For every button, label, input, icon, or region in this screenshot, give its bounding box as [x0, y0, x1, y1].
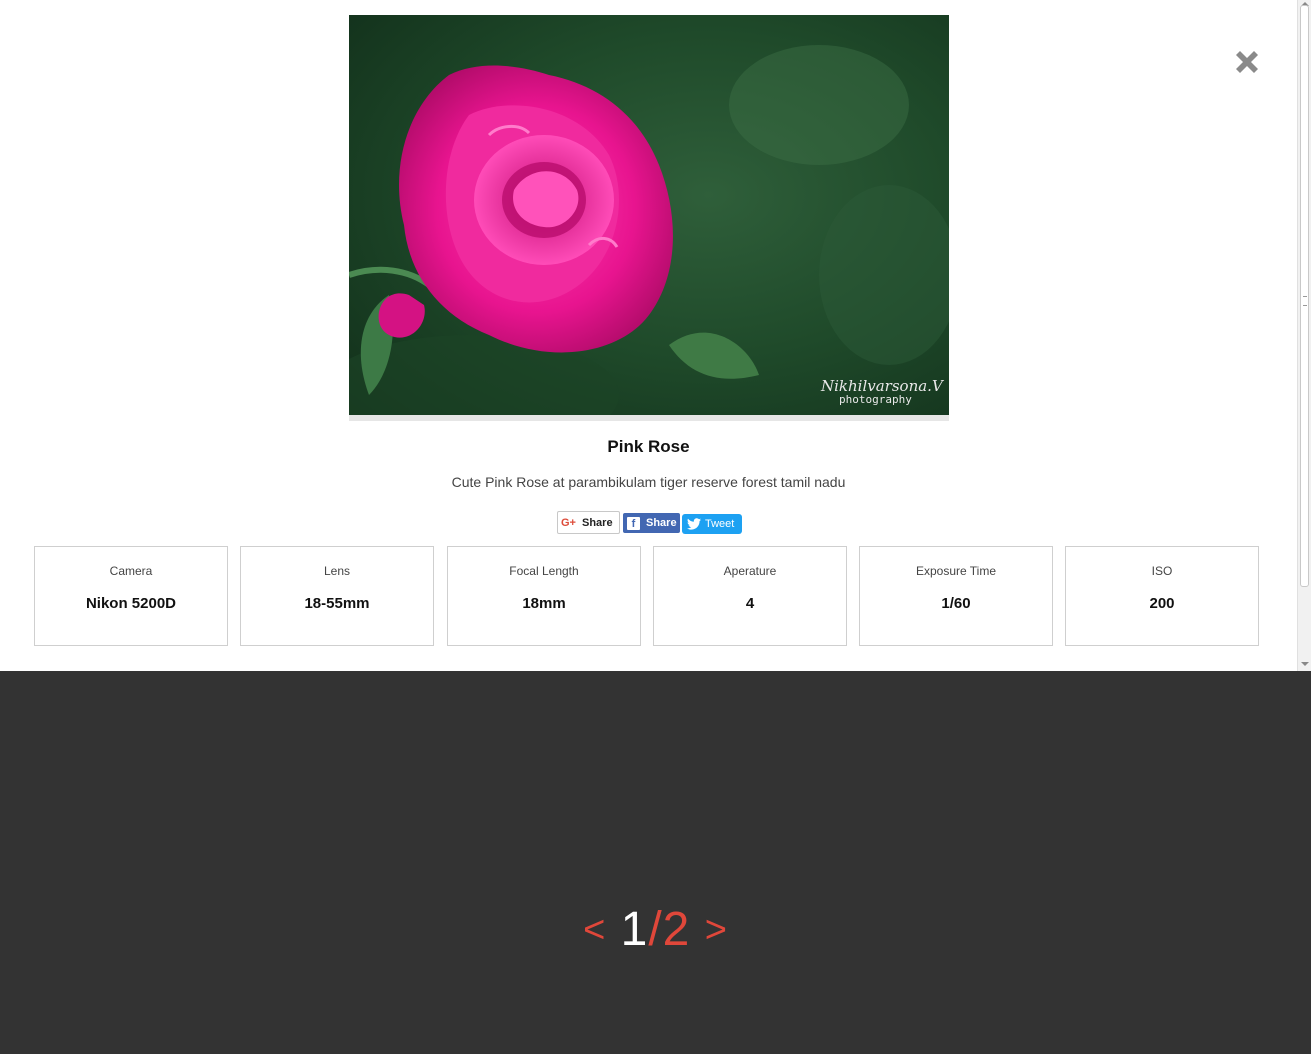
spec-card-camera: Camera Nikon 5200D — [34, 546, 228, 646]
twitter-tweet-label: Tweet — [705, 518, 735, 530]
spec-value: 4 — [745, 595, 755, 612]
photo-title: Pink Rose — [607, 437, 690, 456]
spec-card-aperture: Aperature 4 — [653, 546, 847, 646]
spec-label: ISO — [1151, 564, 1173, 578]
gallery-pager: < 1/2 > — [0, 901, 1311, 959]
pager-current-index: 1 — [620, 903, 649, 956]
photo-frame: Nikhilvarsona.V photography — [349, 15, 949, 421]
twitter-tweet-button[interactable]: Tweet — [682, 514, 742, 534]
scroll-down-arrow-icon[interactable] — [1301, 662, 1309, 666]
previous-photo-button[interactable]: < — [583, 909, 606, 951]
pager-separator: / — [648, 903, 663, 956]
next-photo-button[interactable]: > — [705, 909, 728, 951]
spec-card-exposure-time: Exposure Time 1/60 — [859, 546, 1053, 646]
spec-card-iso: ISO 200 — [1065, 546, 1259, 646]
spec-label: Lens — [323, 564, 351, 578]
close-x-icon — [1236, 51, 1258, 73]
twitter-bird-icon — [687, 518, 701, 530]
close-button[interactable] — [1230, 45, 1264, 79]
spec-value: 18-55mm — [304, 595, 370, 612]
spec-label: Camera — [109, 564, 153, 578]
lightbox-modal: Nikhilvarsona.V photography Pink Rose Cu… — [0, 0, 1297, 671]
google-plus-share-label: Share — [581, 516, 613, 529]
spec-value: 18mm — [522, 595, 566, 612]
scrollbar-thumb[interactable] — [1300, 5, 1309, 587]
vertical-scrollbar[interactable] — [1297, 0, 1311, 671]
spec-label: Focal Length — [509, 564, 579, 578]
google-plus-share-button[interactable]: G+ Share — [557, 511, 620, 534]
facebook-share-label: Share — [646, 517, 677, 529]
spec-value: 1/60 — [941, 595, 971, 612]
spec-card-lens: Lens 18-55mm — [240, 546, 434, 646]
google-plus-icon: G+ — [561, 516, 576, 529]
spec-label: Exposure Time — [915, 564, 997, 578]
rose-photo: Nikhilvarsona.V photography — [349, 15, 949, 415]
photo-description: Cute Pink Rose at parambikulam tiger res… — [451, 474, 846, 490]
spec-label: Aperature — [723, 564, 777, 578]
watermark-photography: photography — [839, 393, 912, 406]
pager-total-count: 2 — [662, 903, 691, 956]
facebook-icon: f — [627, 516, 640, 530]
scrollbar-grip-icon — [1303, 296, 1307, 306]
spec-value: 200 — [1149, 595, 1175, 612]
spec-card-focal-length: Focal Length 18mm — [447, 546, 641, 646]
spec-value: Nikon 5200D — [85, 595, 177, 612]
facebook-share-button[interactable]: f Share — [623, 513, 680, 533]
